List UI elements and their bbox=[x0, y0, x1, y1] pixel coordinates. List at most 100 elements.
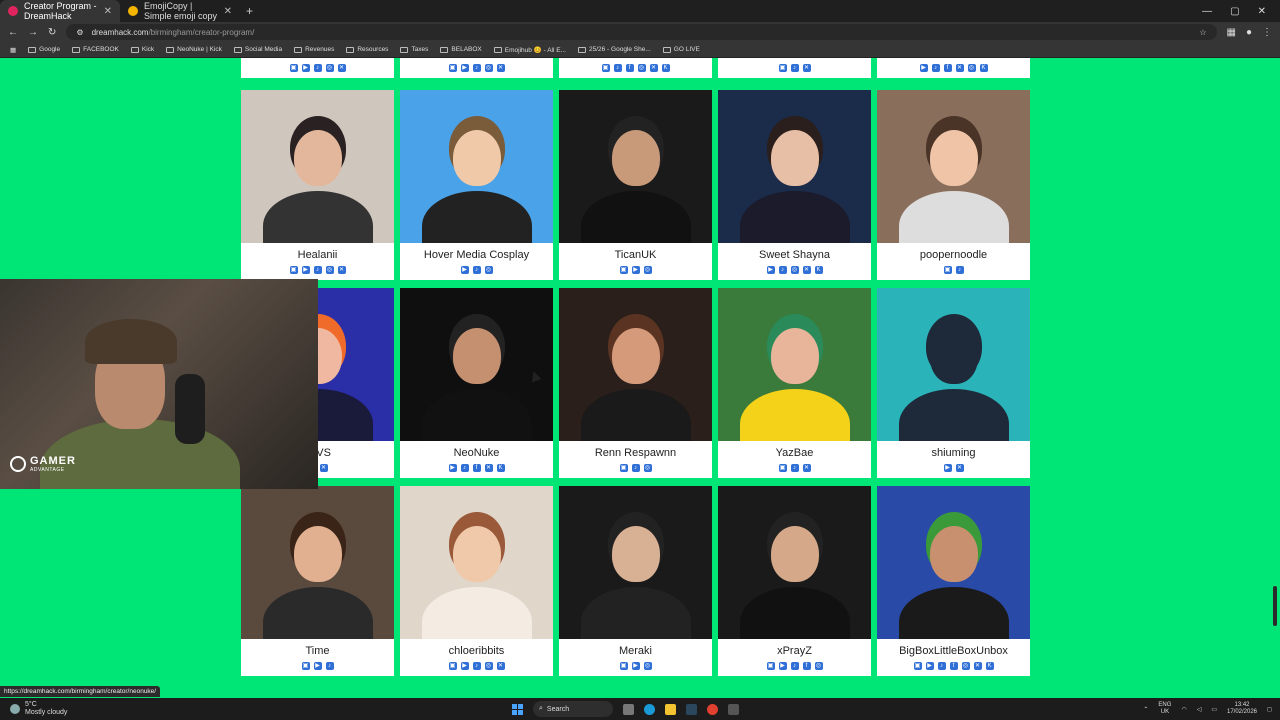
ig-icon[interactable]: ◎ bbox=[643, 464, 652, 472]
x-icon[interactable]: ✕ bbox=[337, 266, 346, 274]
tw-icon[interactable]: ▣ bbox=[601, 64, 610, 72]
tw-icon[interactable]: ▣ bbox=[289, 64, 298, 72]
tw-icon[interactable]: ▣ bbox=[913, 662, 922, 670]
creator-name[interactable]: BigBoxLittleBoxUnbox bbox=[877, 639, 1030, 658]
creator-photo[interactable] bbox=[559, 90, 712, 243]
creator-name[interactable]: shiuming bbox=[877, 441, 1030, 460]
tw-icon[interactable]: ▣ bbox=[301, 662, 310, 670]
ig-icon[interactable]: ◎ bbox=[790, 266, 799, 274]
extensions-icon[interactable]: ▦ bbox=[1227, 27, 1236, 38]
bookmark-item[interactable]: Google bbox=[28, 46, 60, 53]
ig-icon[interactable]: ◎ bbox=[484, 266, 493, 274]
yt-icon[interactable]: ▶ bbox=[313, 662, 322, 670]
yt-icon[interactable]: ▶ bbox=[766, 266, 775, 274]
tt-icon[interactable]: ♪ bbox=[613, 64, 622, 72]
tt-icon[interactable]: ♪ bbox=[313, 266, 322, 274]
yt-icon[interactable]: ▶ bbox=[943, 464, 952, 472]
tt-icon[interactable]: ♪ bbox=[790, 64, 799, 72]
tt-icon[interactable]: ♪ bbox=[937, 662, 946, 670]
creator-photo[interactable] bbox=[559, 486, 712, 639]
close-tab-icon[interactable]: ✕ bbox=[104, 6, 112, 17]
x-icon[interactable]: ✕ bbox=[955, 64, 964, 72]
creator-photo[interactable] bbox=[718, 90, 871, 243]
yt-icon[interactable]: ▶ bbox=[301, 64, 310, 72]
tt-icon[interactable]: ♪ bbox=[460, 464, 469, 472]
creator-photo[interactable] bbox=[241, 486, 394, 639]
creator-name[interactable]: Sweet Shayna bbox=[718, 243, 871, 262]
creator-name[interactable]: Hover Media Cosplay bbox=[400, 243, 553, 262]
x-icon[interactable]: ✕ bbox=[484, 464, 493, 472]
creator-name[interactable]: NeoNuke bbox=[400, 441, 553, 460]
fb-icon[interactable]: f bbox=[943, 64, 952, 72]
yt-icon[interactable]: ▶ bbox=[460, 266, 469, 274]
creator-card[interactable]: TicanUK ▣ ▶ ◎ bbox=[559, 90, 712, 280]
ig-icon[interactable]: ◎ bbox=[637, 64, 646, 72]
k-icon[interactable]: K bbox=[985, 662, 994, 670]
tw-icon[interactable]: ▣ bbox=[448, 662, 457, 670]
tab-emojicopy[interactable]: EmojiCopy | Simple emoji copy ✕ bbox=[120, 0, 240, 22]
creator-photo[interactable] bbox=[877, 288, 1030, 441]
profile-avatar[interactable]: ● bbox=[1246, 27, 1252, 38]
creator-card[interactable]: Meraki ▣ ▶ ◎ bbox=[559, 486, 712, 676]
yt-icon[interactable]: ▶ bbox=[631, 266, 640, 274]
creator-name[interactable]: YazBae bbox=[718, 441, 871, 460]
fb-icon[interactable]: f bbox=[949, 662, 958, 670]
close-window-icon[interactable]: ✕ bbox=[1258, 6, 1266, 17]
tw-icon[interactable]: ▣ bbox=[766, 662, 775, 670]
ig-icon[interactable]: ◎ bbox=[967, 64, 976, 72]
tt-icon[interactable]: ♪ bbox=[472, 266, 481, 274]
yt-icon[interactable]: ▶ bbox=[301, 266, 310, 274]
menu-icon[interactable]: ⋮ bbox=[1262, 27, 1272, 38]
site-info-icon[interactable]: ⚙ bbox=[76, 28, 83, 37]
k-icon[interactable]: K bbox=[979, 64, 988, 72]
creator-card[interactable]: BigBoxLittleBoxUnbox ▣ ▶ ♪ f ◎ ✕ K bbox=[877, 486, 1030, 676]
k-icon[interactable]: K bbox=[814, 266, 823, 274]
creator-name[interactable]: TicanUK bbox=[559, 243, 712, 262]
creator-photo[interactable] bbox=[241, 90, 394, 243]
new-tab-button[interactable]: + bbox=[240, 4, 259, 18]
battery-icon[interactable]: ▭ bbox=[1211, 706, 1217, 713]
edge-icon[interactable] bbox=[644, 703, 655, 715]
tt-icon[interactable]: ♪ bbox=[790, 464, 799, 472]
fb-icon[interactable]: f bbox=[802, 662, 811, 670]
apps-grid-icon[interactable]: ▦ bbox=[10, 46, 16, 54]
tab-creator-program[interactable]: Creator Program - DreamHack ✕ bbox=[0, 0, 120, 22]
tw-icon[interactable]: ▣ bbox=[943, 266, 952, 274]
k-icon[interactable]: K bbox=[661, 64, 670, 72]
x-icon[interactable]: ✕ bbox=[496, 662, 505, 670]
tt-icon[interactable]: ♪ bbox=[472, 662, 481, 670]
creator-card[interactable]: poopernoodle ▣ ♪ bbox=[877, 90, 1030, 280]
x-icon[interactable]: ✕ bbox=[337, 64, 346, 72]
k-icon[interactable]: K bbox=[496, 464, 505, 472]
yt-icon[interactable]: ▶ bbox=[631, 662, 640, 670]
ig-icon[interactable]: ◎ bbox=[325, 266, 334, 274]
tw-icon[interactable]: ▣ bbox=[448, 64, 457, 72]
bookmark-item[interactable]: Social Media bbox=[233, 46, 282, 53]
reload-icon[interactable]: ↻ bbox=[48, 27, 56, 38]
yt-icon[interactable]: ▶ bbox=[778, 662, 787, 670]
tt-icon[interactable]: ♪ bbox=[955, 266, 964, 274]
x-icon[interactable]: ✕ bbox=[802, 64, 811, 72]
clock[interactable]: 13:42 17/02/2026 bbox=[1227, 702, 1257, 716]
ig-icon[interactable]: ◎ bbox=[814, 662, 823, 670]
creator-card[interactable]: chloeribbits ▣ ▶ ♪ ◎ ✕ bbox=[400, 486, 553, 676]
x-icon[interactable]: ✕ bbox=[496, 64, 505, 72]
app-icon[interactable] bbox=[728, 703, 739, 715]
tt-icon[interactable]: ♪ bbox=[931, 64, 940, 72]
creator-name[interactable]: Meraki bbox=[559, 639, 712, 658]
bookmark-item[interactable]: Kick bbox=[130, 46, 154, 53]
creator-card[interactable]: Time ▣ ▶ ♪ bbox=[241, 486, 394, 676]
ig-icon[interactable]: ◎ bbox=[484, 64, 493, 72]
file-explorer-icon[interactable] bbox=[665, 703, 676, 715]
creator-photo[interactable] bbox=[559, 288, 712, 441]
creator-card[interactable]: NeoNuke ▶ ♪ f ✕ K bbox=[400, 288, 553, 478]
creator-name[interactable]: Time bbox=[241, 639, 394, 658]
creator-name[interactable]: Renn Respawnn bbox=[559, 441, 712, 460]
yt-icon[interactable]: ▶ bbox=[460, 662, 469, 670]
creator-card[interactable]: YazBae ▣ ♪ ✕ bbox=[718, 288, 871, 478]
tt-icon[interactable]: ♪ bbox=[790, 662, 799, 670]
creator-card[interactable]: Sweet Shayna ▶ ♪ ◎ ✕ K bbox=[718, 90, 871, 280]
tt-icon[interactable]: ♪ bbox=[631, 464, 640, 472]
ig-icon[interactable]: ◎ bbox=[484, 662, 493, 670]
bookmark-item[interactable]: GO LIVE bbox=[662, 46, 700, 53]
